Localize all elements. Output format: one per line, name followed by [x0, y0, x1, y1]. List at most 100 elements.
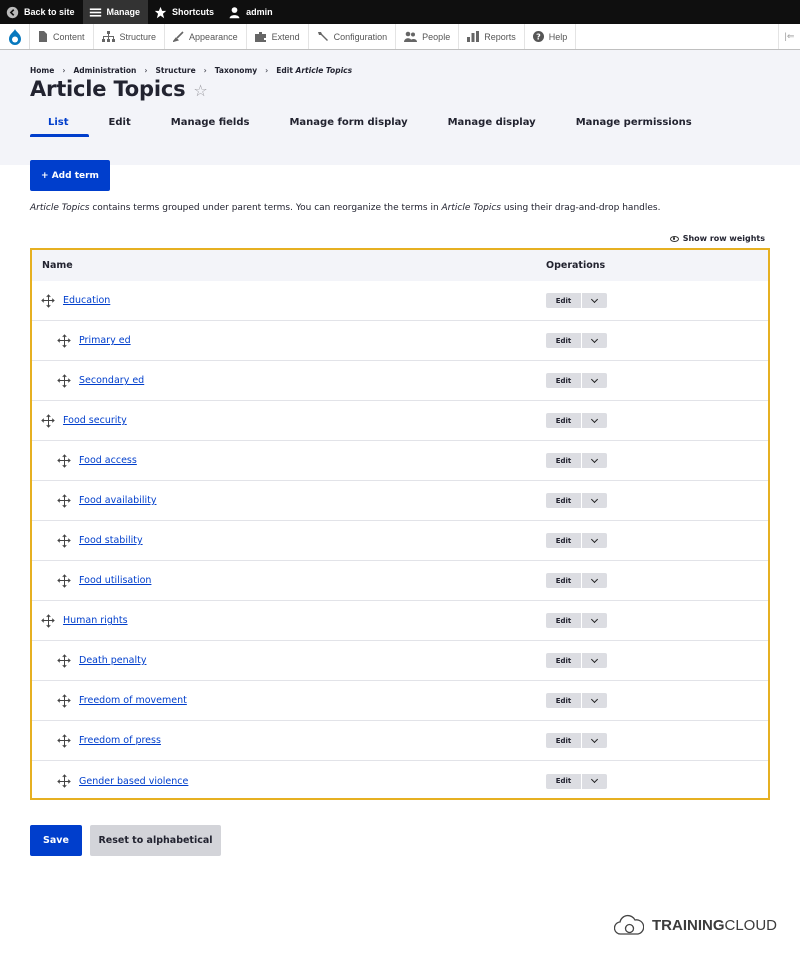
- tray-item-extend[interactable]: Extend: [247, 24, 309, 49]
- star-outline-icon[interactable]: ☆: [193, 81, 207, 100]
- drag-handle-icon[interactable]: [57, 733, 71, 748]
- term-link[interactable]: Food utilisation: [79, 575, 151, 586]
- edit-button[interactable]: Edit: [546, 733, 581, 748]
- tray-item-configuration[interactable]: Configuration: [309, 24, 397, 49]
- tab-manage-fields[interactable]: Manage fields: [151, 111, 270, 137]
- drag-handle-icon[interactable]: [57, 533, 71, 548]
- people-icon: [404, 31, 418, 42]
- edit-button[interactable]: Edit: [546, 613, 581, 628]
- edit-button[interactable]: Edit: [546, 573, 581, 588]
- chevron-down-icon: [590, 775, 599, 784]
- show-row-weights-button[interactable]: Show row weights: [669, 234, 765, 243]
- operations-dropbutton: Edit: [546, 453, 607, 468]
- chevron-down-icon: [590, 335, 599, 343]
- term-link[interactable]: Death penalty: [79, 655, 146, 666]
- operations-toggle[interactable]: [582, 533, 607, 548]
- tab-manage-permissions[interactable]: Manage permissions: [556, 111, 712, 137]
- term-link[interactable]: Human rights: [63, 615, 128, 626]
- edit-button[interactable]: Edit: [546, 413, 581, 428]
- edit-button[interactable]: Edit: [546, 453, 581, 468]
- tray-item-reports[interactable]: Reports: [459, 24, 525, 49]
- sitemap-icon: [101, 31, 115, 42]
- drag-handle-icon[interactable]: [41, 413, 55, 428]
- bar-chart-icon: [467, 31, 480, 42]
- operations-toggle[interactable]: [582, 333, 607, 348]
- save-button[interactable]: Save: [30, 825, 82, 856]
- breadcrumb: Home › Administration › Structure › Taxonom…: [30, 66, 353, 75]
- operations-toggle[interactable]: [582, 773, 607, 789]
- svg-text:?: ?: [536, 33, 541, 42]
- operations-toggle[interactable]: [582, 613, 607, 628]
- term-link[interactable]: Food stability: [79, 535, 143, 546]
- tray-item-help[interactable]: ? Help: [525, 24, 577, 49]
- edit-button[interactable]: Edit: [546, 653, 581, 668]
- manage-link[interactable]: Manage: [82, 0, 149, 24]
- drag-handle-icon[interactable]: [41, 293, 55, 308]
- term-link[interactable]: Education: [63, 295, 110, 306]
- tab-edit[interactable]: Edit: [89, 111, 151, 137]
- tab-list[interactable]: List: [30, 111, 89, 137]
- drag-handle-icon[interactable]: [57, 493, 71, 508]
- drag-handle-icon[interactable]: [57, 373, 71, 388]
- term-link[interactable]: Freedom of press: [79, 735, 161, 746]
- reset-alphabetical-button[interactable]: Reset to alphabetical: [90, 825, 221, 856]
- term-link[interactable]: Gender based violence: [79, 776, 188, 787]
- operations-toggle[interactable]: [582, 293, 607, 308]
- page-icon: [39, 31, 47, 42]
- term-link[interactable]: Food availability: [79, 495, 156, 506]
- term-link[interactable]: Food access: [79, 455, 137, 466]
- breadcrumb-home[interactable]: Home: [30, 66, 54, 75]
- breadcrumb-edit-vocab[interactable]: Edit Article Topics: [276, 66, 352, 75]
- tray-item-people[interactable]: People: [396, 24, 460, 49]
- drupal-logo-icon[interactable]: [0, 24, 30, 49]
- operations-toggle[interactable]: [582, 493, 607, 508]
- edit-button[interactable]: Edit: [546, 373, 581, 388]
- edit-button[interactable]: Edit: [546, 333, 581, 348]
- operations-dropbutton: Edit: [546, 773, 607, 789]
- term-link[interactable]: Freedom of movement: [79, 695, 187, 706]
- operations-dropbutton: Edit: [546, 533, 607, 548]
- drag-handle-icon[interactable]: [57, 573, 71, 588]
- user-link[interactable]: admin: [222, 0, 281, 24]
- drag-handle-icon[interactable]: [57, 333, 71, 348]
- breadcrumb-structure[interactable]: Structure: [155, 66, 195, 75]
- operations-toggle[interactable]: [582, 373, 607, 388]
- operations-toggle[interactable]: [582, 693, 607, 708]
- drag-handle-icon[interactable]: [57, 774, 71, 788]
- term-link[interactable]: Primary ed: [79, 335, 131, 346]
- tray-item-content[interactable]: Content: [30, 24, 94, 49]
- edit-button[interactable]: Edit: [546, 533, 581, 548]
- term-link[interactable]: Food security: [63, 415, 127, 426]
- tab-manage-display[interactable]: Manage display: [428, 111, 556, 137]
- drag-handle-icon[interactable]: [57, 693, 71, 708]
- term-link[interactable]: Secondary ed: [79, 375, 144, 386]
- eye-icon: [669, 235, 679, 242]
- collapse-tray-icon[interactable]: |⇐: [778, 24, 800, 49]
- operations-toggle[interactable]: [582, 453, 607, 468]
- edit-button[interactable]: Edit: [546, 493, 581, 508]
- term-name-cell: Primary ed: [32, 333, 546, 348]
- tray-item-appearance[interactable]: Appearance: [165, 24, 247, 49]
- tray-item-structure[interactable]: Structure: [94, 24, 166, 49]
- table-row: Human rights Edit: [32, 601, 768, 641]
- table-row: Food security Edit: [32, 401, 768, 441]
- operations-toggle[interactable]: [582, 733, 607, 748]
- operations-toggle[interactable]: [582, 413, 607, 428]
- edit-button[interactable]: Edit: [546, 773, 581, 789]
- operations-toggle[interactable]: [582, 573, 607, 588]
- back-to-site-link[interactable]: Back to site: [0, 0, 83, 24]
- operations-toggle[interactable]: [582, 653, 607, 668]
- drag-handle-icon[interactable]: [57, 653, 71, 668]
- operations-dropbutton: Edit: [546, 493, 607, 508]
- tab-manage-form-display[interactable]: Manage form display: [269, 111, 427, 137]
- breadcrumb-administration[interactable]: Administration: [73, 66, 136, 75]
- edit-button[interactable]: Edit: [546, 293, 581, 308]
- drag-handle-icon[interactable]: [57, 453, 71, 468]
- edit-button[interactable]: Edit: [546, 693, 581, 708]
- tray-label-people: People: [422, 31, 451, 42]
- breadcrumb-taxonomy[interactable]: Taxonomy: [215, 66, 257, 75]
- drag-handle-icon[interactable]: [41, 613, 55, 628]
- shortcuts-link[interactable]: Shortcuts: [148, 0, 222, 24]
- show-row-weights-label: Show row weights: [682, 234, 765, 243]
- add-term-button[interactable]: + Add term: [30, 160, 110, 191]
